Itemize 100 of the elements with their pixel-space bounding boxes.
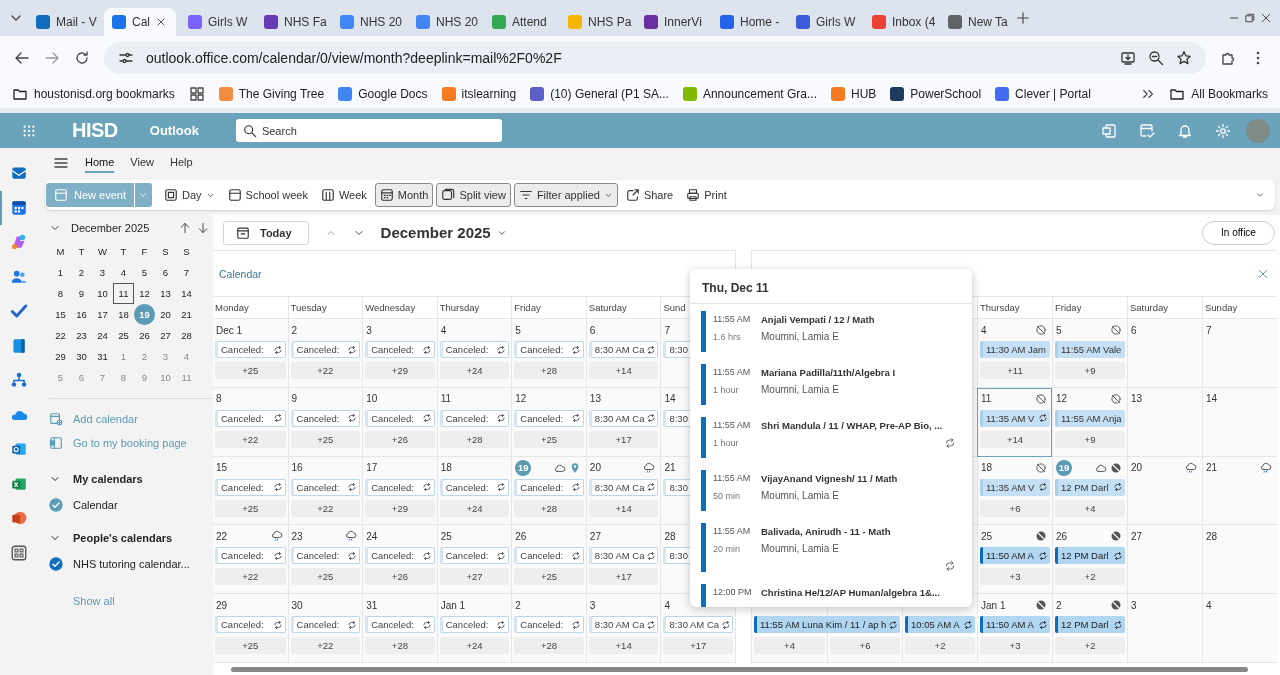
- event-chip[interactable]: Canceled:: [290, 547, 361, 565]
- more-events-button[interactable]: +3: [980, 637, 1050, 655]
- more-events-button[interactable]: +25: [215, 637, 286, 655]
- event-item[interactable]: 11:55 AM 1.6 hrs Anjali Vempati / 12 / Math Moumni, Lamia E: [701, 311, 962, 352]
- event-chip[interactable]: Canceled:: [215, 547, 286, 565]
- back-arrow-icon[interactable]: [14, 50, 30, 66]
- toolbar-button[interactable]: Split view: [436, 183, 511, 207]
- mini-calendar-day[interactable]: 27: [155, 325, 176, 346]
- more-events-button[interactable]: +9: [1055, 430, 1125, 448]
- star-icon[interactable]: [1176, 50, 1192, 66]
- event-chip[interactable]: Canceled:: [215, 616, 286, 634]
- extensions-icon[interactable]: [1220, 50, 1236, 66]
- event-chip[interactable]: Canceled:: [290, 341, 361, 358]
- event-chip[interactable]: Canceled:: [365, 409, 435, 427]
- toolbar-button[interactable]: School week: [222, 183, 313, 207]
- more-events-button[interactable]: +25: [290, 430, 361, 448]
- mini-calendar-day[interactable]: 8: [50, 283, 71, 304]
- mini-calendar-day[interactable]: 3: [92, 262, 113, 283]
- event-chip[interactable]: 11:55 AM Luna Kim / 11 / ap h: [754, 616, 900, 634]
- forward-arrow-icon[interactable]: [44, 50, 60, 66]
- zoom-icon[interactable]: [1148, 50, 1164, 66]
- event-chip[interactable]: Canceled:: [514, 341, 584, 358]
- more-events-button[interactable]: +28: [365, 637, 435, 655]
- calendar-item[interactable]: Calendar: [45, 494, 213, 516]
- checkbox-icon[interactable]: [49, 498, 63, 512]
- more-events-button[interactable]: +2: [905, 637, 975, 655]
- more-events-button[interactable]: +17: [588, 430, 659, 448]
- browser-tab[interactable]: NHS 20: [408, 8, 480, 36]
- address-bar[interactable]: outlook.office.com/calendar/0/view/month?deeplink=mail%2F0%2F: [104, 42, 1206, 74]
- mini-calendar-day[interactable]: 11: [113, 283, 134, 304]
- more-events-button[interactable]: +11: [980, 362, 1050, 379]
- event-chip[interactable]: 8:30 AM Ca: [588, 616, 659, 634]
- close-icon[interactable]: [1257, 267, 1269, 280]
- browser-tab[interactable]: Girls W: [180, 8, 252, 36]
- search-input[interactable]: Search: [261, 124, 462, 137]
- mini-calendar-day[interactable]: 29: [50, 346, 71, 367]
- month-picker[interactable]: December 2025: [380, 224, 507, 241]
- mini-calendar-day[interactable]: 23: [71, 325, 92, 346]
- more-events-button[interactable]: +29: [365, 362, 435, 379]
- more-events-button[interactable]: +24: [439, 637, 510, 655]
- event-chip[interactable]: 11:55 AM Anja: [1055, 409, 1125, 427]
- more-events-button[interactable]: +25: [215, 499, 286, 517]
- notes-icon[interactable]: [1101, 122, 1117, 139]
- calendar-icon[interactable]: [10, 198, 28, 217]
- all-bookmarks-folder[interactable]: All Bookmarks: [1169, 86, 1268, 102]
- close-icon[interactable]: [1260, 12, 1272, 24]
- toolbar-button[interactable]: Share: [620, 183, 679, 207]
- event-item[interactable]: 11:55 AM 1 hour Mariana Padilla/11th/Algebra I Moumni, Lamia E: [701, 364, 962, 405]
- ribbon-tab[interactable]: Home: [85, 153, 115, 173]
- more-events-button[interactable]: +28: [514, 362, 584, 379]
- event-chip[interactable]: Canceled:: [290, 616, 361, 634]
- event-chip[interactable]: Canceled:: [514, 409, 584, 427]
- browser-tab[interactable]: NHS Pa: [560, 8, 632, 36]
- checkbox-icon[interactable]: [49, 557, 63, 571]
- more-events-button[interactable]: +17: [663, 637, 733, 655]
- bookmark[interactable]: (10) General (P1 SA...: [530, 87, 669, 101]
- browser-tab[interactable]: Girls W: [788, 8, 860, 36]
- event-item[interactable]: 12:00 PM Christina He/12/AP Human/algebra 1&...: [701, 584, 962, 607]
- event-chip[interactable]: Canceled:: [439, 478, 510, 496]
- more-events-button[interactable]: +24: [439, 499, 510, 517]
- event-chip[interactable]: Canceled:: [215, 409, 286, 427]
- more-events-button[interactable]: +22: [290, 637, 361, 655]
- event-chip[interactable]: 11:50 AM A: [980, 616, 1050, 634]
- more-events-button[interactable]: +4: [1055, 499, 1125, 517]
- horizontal-scrollbar[interactable]: [213, 663, 1280, 675]
- event-chip[interactable]: Canceled:: [514, 616, 584, 634]
- ribbon-tab[interactable]: View: [130, 153, 154, 173]
- more-events-button[interactable]: +25: [514, 568, 584, 586]
- more-events-button[interactable]: +27: [439, 568, 510, 586]
- arrow-up-icon[interactable]: [179, 222, 191, 234]
- mini-calendar-day[interactable]: 10: [92, 283, 113, 304]
- chevron-down-icon[interactable]: [1255, 190, 1265, 200]
- mini-calendar-day[interactable]: 18: [113, 304, 134, 325]
- more-events-button[interactable]: +28: [439, 430, 510, 448]
- bookmark[interactable]: Clever | Portal: [995, 87, 1091, 101]
- restore-icon[interactable]: [1244, 12, 1256, 24]
- browser-tab[interactable]: NHS Fa: [256, 8, 328, 36]
- event-chip[interactable]: 8:30 AM Ca: [588, 409, 659, 427]
- calendar-check-icon[interactable]: [1139, 122, 1155, 139]
- event-chip[interactable]: Canceled:: [290, 478, 361, 496]
- event-item[interactable]: 11:55 AM 50 min VijayAnand Vignesh/ 11 / Math Moumni, Lamia E: [701, 470, 962, 511]
- event-chip[interactable]: Canceled:: [215, 341, 286, 358]
- browser-tab[interactable]: Mail - V: [28, 8, 100, 36]
- reload-icon[interactable]: [74, 50, 90, 66]
- event-chip[interactable]: Canceled:: [365, 616, 435, 634]
- toolbar-button[interactable]: Week: [315, 183, 372, 207]
- mini-calendar-day[interactable]: 2: [71, 262, 92, 283]
- bell-icon[interactable]: [1177, 122, 1193, 139]
- event-chip[interactable]: 11:50 AM A: [980, 547, 1050, 565]
- mini-calendar-day[interactable]: 20: [155, 304, 176, 325]
- bookmark[interactable]: itslearning: [441, 87, 517, 101]
- toolbar-button[interactable]: Month: [374, 183, 434, 207]
- mini-calendar-day[interactable]: 16: [71, 304, 92, 325]
- event-item[interactable]: 11:55 AM 20 min Balivada, Anirudh - 11 - Math Moumni, Lamia E: [701, 523, 962, 572]
- browser-tab[interactable]: New Ta: [940, 8, 1012, 36]
- event-chip[interactable]: 8:30 AM Ca: [588, 341, 659, 358]
- event-chip[interactable]: 11:30 AM Jam: [980, 341, 1050, 358]
- mini-calendar-day[interactable]: 14: [176, 283, 197, 304]
- calendar-group-header[interactable]: My calendars: [45, 457, 213, 494]
- mini-calendar-day[interactable]: 1: [50, 262, 71, 283]
